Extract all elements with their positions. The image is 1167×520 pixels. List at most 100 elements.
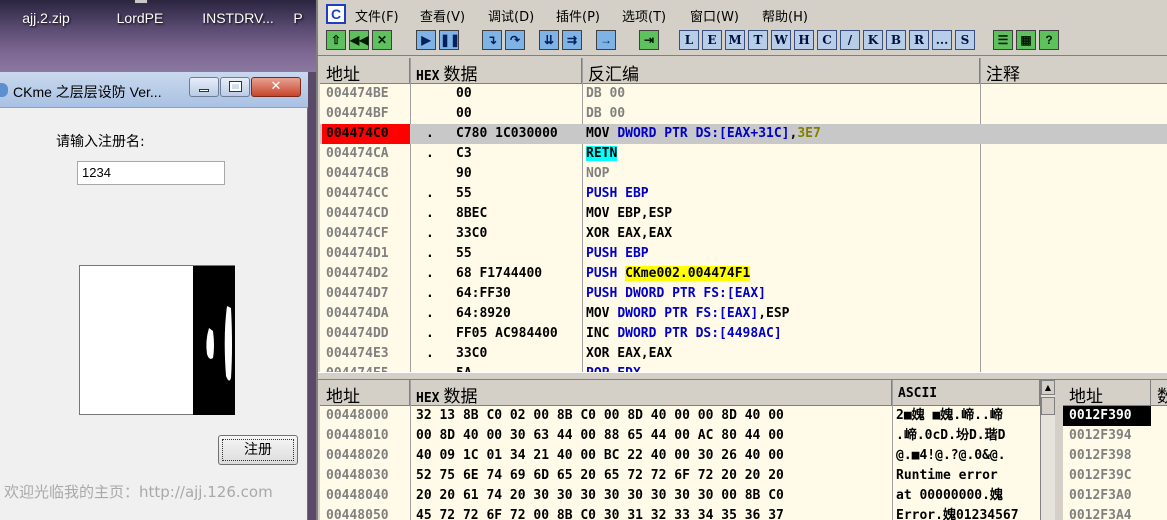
list-icon[interactable]: ☰: [993, 30, 1013, 50]
disasm-row[interactable]: 004474D7. 64:FF30 PUSH DWORD PTR FS:[EAX]: [320, 284, 1167, 304]
disasm-instruction: DB 00: [586, 106, 626, 121]
disasm-row[interactable]: 004474D2. 68 F1744400 PUSH CKme002.004474F…: [320, 264, 1167, 284]
disassembly-pane[interactable]: 地址 HEX 数据 反汇编 注释 004474BE 00 DB 00 004474BF 0…: [320, 58, 1167, 372]
toolbar-L-button[interactable]: L: [679, 30, 699, 50]
dump-row[interactable]: 00448030 52 75 6E 74 69 6D 65 20 65 72 72…: [320, 466, 1040, 486]
disasm-instruction: PUSH EBP: [586, 246, 649, 261]
dump-row[interactable]: 00448050 45 72 72 6F 72 00 8B C0 30 31 32…: [320, 506, 1040, 520]
toolbar-S-button[interactable]: S: [955, 30, 975, 50]
menu-debug[interactable]: 调试(D): [488, 6, 534, 25]
disasm-header-address[interactable]: 地址: [320, 58, 410, 84]
desktop-icon-lordpe[interactable]: LordPE: [100, 0, 180, 36]
stack-pane[interactable]: 地址 数 0012F390 0012F394 0012F398 0012F39C 001…: [1063, 380, 1167, 520]
toolbar-ellipsis-button[interactable]: ...: [932, 30, 952, 50]
disasm-row[interactable]: 004474E3. 33C0 XOR EAX,EAX: [320, 344, 1167, 364]
register-button[interactable]: 注册: [218, 435, 298, 465]
scroll-thumb[interactable]: [1041, 397, 1055, 415]
toolbar-H-button[interactable]: H: [794, 30, 814, 50]
trace-into-icon[interactable]: ⇊: [539, 30, 559, 50]
dump-header-hex[interactable]: HEX 数据: [410, 380, 892, 406]
toolbar-B-button[interactable]: B: [886, 30, 906, 50]
toolbar-T-button[interactable]: T: [748, 30, 768, 50]
stack-header-value[interactable]: 数: [1151, 380, 1167, 406]
stack-row[interactable]: 0012F398: [1063, 446, 1167, 466]
dump-row[interactable]: 00448000 32 13 8B C0 02 00 8B C0 00 8D 40…: [320, 406, 1040, 426]
disasm-flow-marker: .: [426, 146, 434, 161]
close-process-icon[interactable]: ✕: [372, 30, 392, 50]
disasm-row[interactable]: 004474E5. 5A POP EDX: [320, 364, 1167, 372]
toolbar-K-button[interactable]: K: [863, 30, 883, 50]
desktop-icon-ajj-zip[interactable]: ajj.2.zip: [6, 0, 86, 36]
dump-scrollbar[interactable]: ▲: [1040, 380, 1055, 520]
dump-hex: 00 8D 40 00 30 63 44 00 88 65 44 00 AC 8…: [416, 428, 784, 443]
dump-row[interactable]: 00448010 00 8D 40 00 30 63 44 00 88 65 44…: [320, 426, 1040, 446]
disasm-header-hex[interactable]: HEX 数据: [410, 58, 582, 84]
ollydbg-window: C 文件(F) 查看(V) 调试(D) 插件(P) 选项(T) 窗口(W) 帮助…: [316, 0, 1167, 520]
minimize-button[interactable]: [189, 77, 219, 97]
run-icon[interactable]: ▶: [416, 30, 436, 50]
rewind-icon[interactable]: ◀◀: [349, 30, 369, 50]
disasm-hex: 90: [456, 166, 472, 181]
toolbar-slash-button[interactable]: /: [840, 30, 860, 50]
menu-view[interactable]: 查看(V): [420, 6, 465, 25]
desktop-icon-p[interactable]: P: [288, 0, 308, 36]
step-into-icon[interactable]: ↴: [482, 30, 502, 50]
ollydbg-app-icon[interactable]: C: [326, 4, 346, 24]
toolbar-E-button[interactable]: E: [702, 30, 722, 50]
step-over-icon[interactable]: ↷: [505, 30, 525, 50]
menu-options[interactable]: 选项(T): [622, 6, 666, 25]
crackme-titlebar[interactable]: CKme 之层层设防 Ver... ✕: [0, 72, 308, 108]
dump-row[interactable]: 00448020 40 09 1C 01 34 21 40 00 BC 22 40…: [320, 446, 1040, 466]
name-input[interactable]: 1234: [77, 161, 225, 185]
disasm-row[interactable]: 004474CD. 8BEC MOV EBP,ESP: [320, 204, 1167, 224]
help-icon[interactable]: ?: [1039, 30, 1059, 50]
dump-pane[interactable]: 地址 HEX 数据 ASCII ▲ 00448000 32 13 8B C0 02 …: [320, 380, 1055, 520]
menu-window[interactable]: 窗口(W): [690, 6, 739, 25]
disasm-header-asm[interactable]: 反汇编: [582, 58, 980, 84]
desktop-icon-label: INSTDRV...: [202, 10, 274, 26]
disasm-row[interactable]: 004474CC. 55 PUSH EBP: [320, 184, 1167, 204]
execute-till-return-icon[interactable]: →: [596, 30, 616, 50]
disasm-row[interactable]: 004474C0. C780 1C030000 MOV DWORD PTR DS:[…: [320, 124, 1167, 144]
dump-header-address[interactable]: 地址: [320, 380, 410, 406]
stack-row[interactable]: 0012F39C: [1063, 466, 1167, 486]
disasm-hex: 5A: [456, 364, 582, 372]
toolbar-R-button[interactable]: R: [909, 30, 929, 50]
disasm-header-comment[interactable]: 注释: [980, 58, 1167, 84]
disasm-row[interactable]: 004474CA. C3 RETN: [320, 144, 1167, 164]
open-icon[interactable]: ⇧: [326, 30, 346, 50]
menu-help[interactable]: 帮助(H): [762, 6, 808, 25]
disasm-row[interactable]: 004474BE 00 DB 00: [320, 84, 1167, 104]
stack-header-address[interactable]: 地址: [1063, 380, 1151, 406]
appearance-icon[interactable]: ▦: [1016, 30, 1036, 50]
disasm-flow-marker: .: [426, 266, 434, 281]
disasm-row[interactable]: 004474CF. 33C0 XOR EAX,EAX: [320, 224, 1167, 244]
stack-row[interactable]: 0012F3A4: [1063, 506, 1167, 520]
menu-plugins[interactable]: 插件(P): [556, 6, 600, 25]
stack-row[interactable]: 0012F394: [1063, 426, 1167, 446]
toolbar-C-button[interactable]: C: [817, 30, 837, 50]
pause-icon[interactable]: ❚❚: [439, 30, 460, 50]
close-button[interactable]: ✕: [251, 77, 301, 97]
trace-over-icon[interactable]: ⇉: [562, 30, 582, 50]
disasm-address: 004474E3: [326, 346, 389, 361]
pane-splitter[interactable]: [318, 372, 1167, 380]
toolbar-W-button[interactable]: W: [771, 30, 791, 50]
maximize-button[interactable]: [220, 77, 250, 97]
disasm-row[interactable]: 004474D1. 55 PUSH EBP: [320, 244, 1167, 264]
disasm-row[interactable]: 004474BF 00 DB 00: [320, 104, 1167, 124]
disasm-row[interactable]: 004474CB 90 NOP: [320, 164, 1167, 184]
scroll-up-icon[interactable]: ▲: [1041, 380, 1055, 395]
dump-header-ascii[interactable]: ASCII: [892, 380, 1040, 406]
disasm-row[interactable]: 004474DA. 64:8920 MOV DWORD PTR FS:[EAX],E…: [320, 304, 1167, 324]
dump-ascii: Runtime error: [896, 468, 998, 483]
menu-file[interactable]: 文件(F): [355, 6, 399, 25]
disasm-row[interactable]: 004474DD. FF05 AC984400 INC DWORD PTR DS:[…: [320, 324, 1167, 344]
toolbar-M-button[interactable]: M: [725, 30, 745, 50]
disasm-instruction: RETN: [586, 146, 618, 161]
stack-row[interactable]: 0012F3A0: [1063, 486, 1167, 506]
stack-row[interactable]: 0012F390: [1063, 406, 1167, 426]
desktop-icon-instdrv[interactable]: INSTDRV...: [192, 0, 284, 36]
goto-icon[interactable]: ⇥: [639, 30, 659, 50]
dump-row[interactable]: 00448040 20 20 61 74 20 30 30 30 30 30 30…: [320, 486, 1040, 506]
